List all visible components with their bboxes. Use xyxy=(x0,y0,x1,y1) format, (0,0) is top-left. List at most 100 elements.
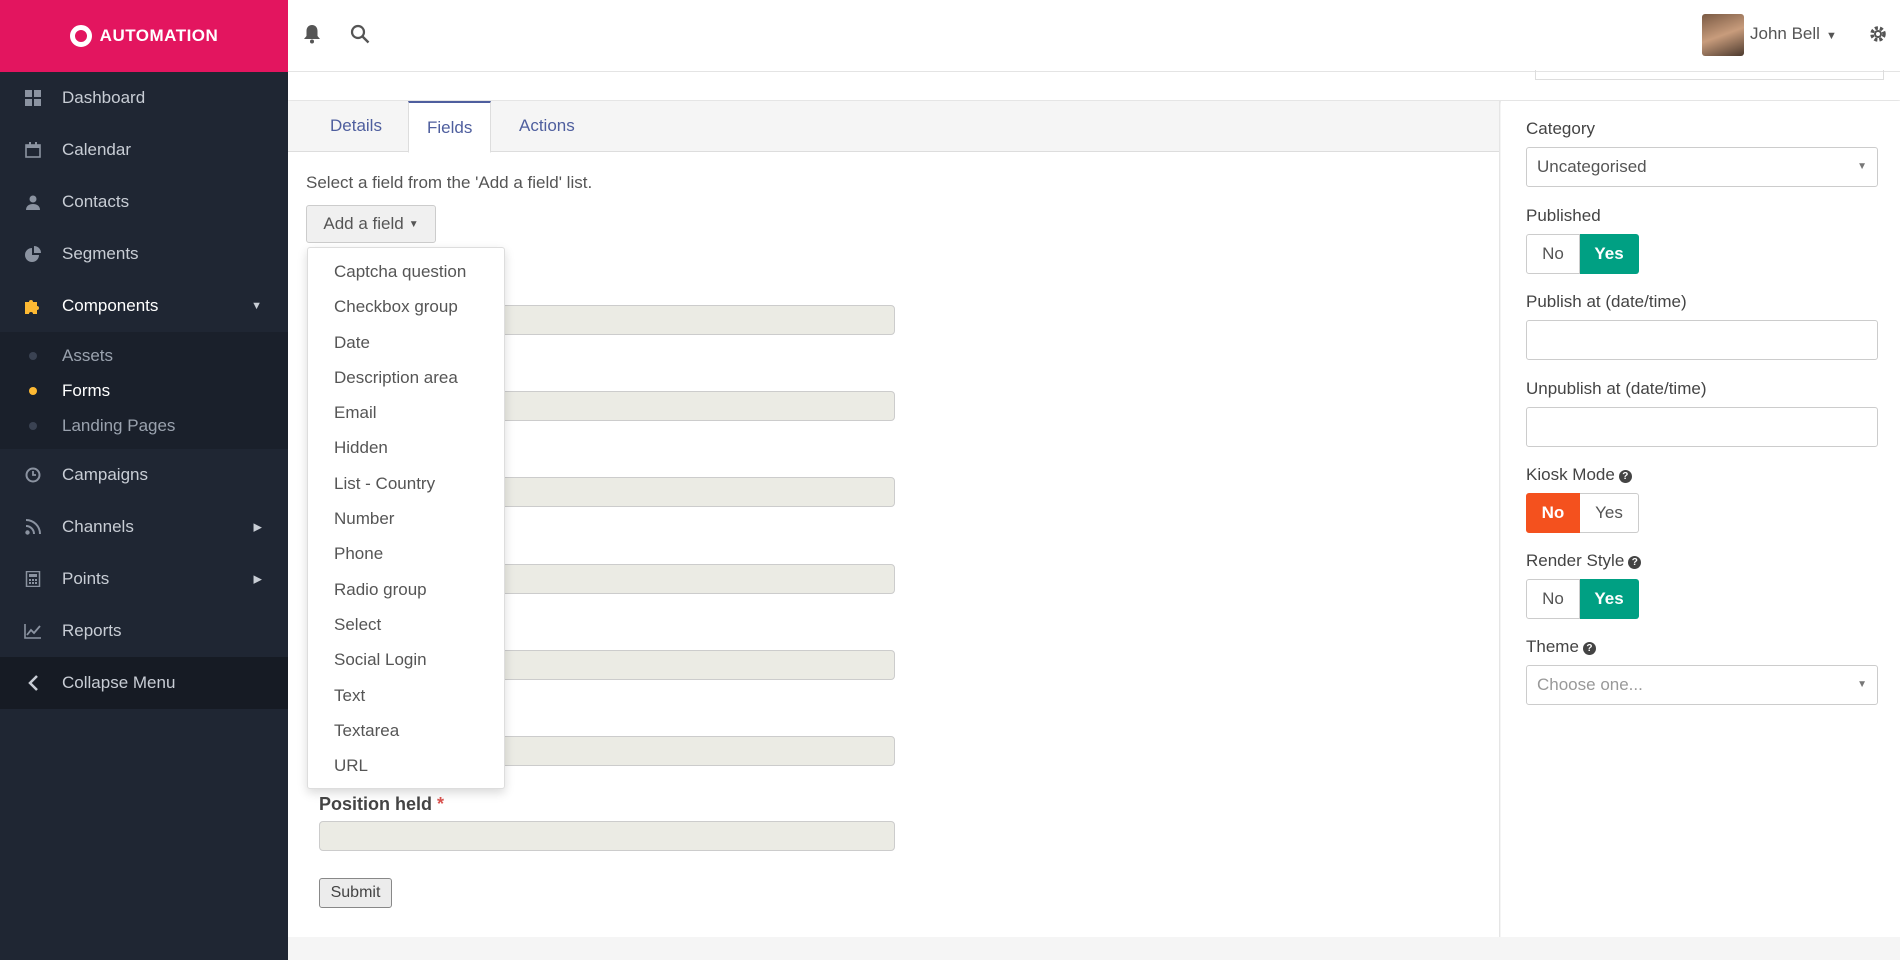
sidebar-subitem-assets[interactable]: Assets xyxy=(0,338,288,373)
published-label: Published xyxy=(1526,206,1601,225)
calculator-icon xyxy=(24,570,42,588)
form-builder-main: Details Fields Actions Select a field fr… xyxy=(288,101,1500,937)
avatar[interactable] xyxy=(1702,14,1744,56)
sidebar-item-label: Campaigns xyxy=(62,465,148,484)
add-field-dropdown: Captcha question Checkbox group Date Des… xyxy=(307,247,505,789)
search-icon[interactable] xyxy=(348,22,372,46)
dropdown-item-email[interactable]: Email xyxy=(308,395,504,430)
dropdown-item-checkbox-group[interactable]: Checkbox group xyxy=(308,289,504,324)
sidebar-item-label: Channels xyxy=(62,517,134,536)
category-select[interactable]: Uncategorised ▼ xyxy=(1526,147,1878,187)
position-held-input[interactable] xyxy=(319,821,895,851)
user-menu[interactable]: John Bell ▼ xyxy=(1750,24,1837,44)
dropdown-item-captcha[interactable]: Captcha question xyxy=(308,254,504,289)
sidebar-item-label: Contacts xyxy=(62,192,130,211)
required-mark: * xyxy=(437,794,445,814)
dropdown-item-description-area[interactable]: Description area xyxy=(308,360,504,395)
calendar-icon xyxy=(24,141,42,159)
help-icon[interactable]: ? xyxy=(1582,642,1596,655)
position-held-label: Position held * xyxy=(319,794,444,815)
tab-bar: Details Fields Actions xyxy=(288,101,1499,153)
render-yes-button[interactable]: Yes xyxy=(1580,579,1639,619)
dropdown-item-number[interactable]: Number xyxy=(308,501,504,536)
dropdown-item-list-country[interactable]: List - Country xyxy=(308,466,504,501)
caret-right-icon: ▶ xyxy=(253,573,262,586)
bullet-dot-icon xyxy=(29,351,37,360)
dropdown-item-phone[interactable]: Phone xyxy=(308,536,504,571)
sidebar-item-segments[interactable]: Segments xyxy=(0,228,288,280)
dropdown-item-textarea[interactable]: Textarea xyxy=(308,713,504,748)
unpublish-at-input[interactable] xyxy=(1526,407,1878,447)
dropdown-item-select[interactable]: Select xyxy=(308,607,504,642)
kiosk-no-button[interactable]: No xyxy=(1526,493,1580,533)
bell-icon[interactable] xyxy=(300,22,324,46)
select-arrow-icon: ▼ xyxy=(1857,161,1867,172)
main-menu: Dashboard Calendar Contacts Segments Com… xyxy=(0,72,288,332)
gear-logo-icon xyxy=(69,25,92,47)
submit-button[interactable]: Submit xyxy=(319,878,392,908)
kiosk-yes-button[interactable]: Yes xyxy=(1580,493,1639,533)
sidebar-item-campaigns[interactable]: Campaigns xyxy=(0,449,288,501)
clock-icon xyxy=(24,466,42,484)
dropdown-item-hidden[interactable]: Hidden xyxy=(308,430,504,465)
sidebar-item-channels[interactable]: Channels ▶ xyxy=(0,501,288,553)
sidebar-subitem-landing-pages[interactable]: Landing Pages xyxy=(0,408,288,443)
add-field-button[interactable]: Add a field ▼ xyxy=(306,205,436,243)
unpublish-at-label: Unpublish at (date/time) xyxy=(1526,379,1707,398)
help-icon[interactable]: ? xyxy=(1618,470,1632,483)
page-action-buttons[interactable] xyxy=(1535,70,1884,80)
render-style-toggle: No Yes xyxy=(1526,579,1639,619)
kiosk-mode-text: Kiosk Mode xyxy=(1526,465,1615,484)
collapse-menu-button[interactable]: Collapse Menu xyxy=(0,657,288,709)
rss-icon xyxy=(24,518,42,536)
published-toggle: No Yes xyxy=(1526,234,1639,274)
select-arrow-icon: ▼ xyxy=(1857,679,1867,690)
sidebar: AUTOMATION Dashboard Calendar Contacts S… xyxy=(0,0,288,960)
brand-name: AUTOMATION xyxy=(99,26,219,45)
dropdown-item-date[interactable]: Date xyxy=(308,325,504,360)
line-chart-icon xyxy=(24,622,42,640)
sidebar-item-reports[interactable]: Reports xyxy=(0,605,288,657)
sidebar-item-points[interactable]: Points ▶ xyxy=(0,553,288,605)
user-icon xyxy=(24,193,42,211)
category-label: Category xyxy=(1526,119,1595,138)
published-yes-button[interactable]: Yes xyxy=(1580,234,1639,274)
caret-right-icon: ▶ xyxy=(253,521,262,534)
theme-select[interactable]: Choose one... ▼ xyxy=(1526,665,1878,705)
sidebar-item-label: Points xyxy=(62,569,110,588)
sidebar-item-label: Collapse Menu xyxy=(62,673,176,692)
page-title-strip xyxy=(288,70,1900,100)
category-value: Uncategorised xyxy=(1537,157,1647,176)
tab-details[interactable]: Details xyxy=(312,101,400,152)
brand-logo[interactable]: AUTOMATION xyxy=(0,0,288,72)
publish-at-label: Publish at (date/time) xyxy=(1526,292,1687,311)
render-no-button[interactable]: No xyxy=(1526,579,1580,619)
dropdown-item-url[interactable]: URL xyxy=(308,748,504,783)
tab-actions[interactable]: Actions xyxy=(501,101,593,152)
sidebar-subitem-label: Assets xyxy=(62,345,114,365)
render-style-label: Render Style? xyxy=(1526,551,1642,571)
sidebar-item-calendar[interactable]: Calendar xyxy=(0,124,288,176)
sidebar-item-label: Dashboard xyxy=(62,88,146,107)
caret-down-icon: ▼ xyxy=(1825,30,1837,42)
pie-chart-icon xyxy=(24,245,42,263)
settings-gear-icon[interactable] xyxy=(1866,22,1890,46)
caret-down-icon: ▼ xyxy=(251,300,262,312)
render-style-text: Render Style xyxy=(1526,551,1625,570)
sidebar-item-dashboard[interactable]: Dashboard xyxy=(0,72,288,124)
published-no-button[interactable]: No xyxy=(1526,234,1580,274)
dropdown-item-social-login[interactable]: Social Login xyxy=(308,642,504,677)
bullet-dot-icon xyxy=(29,386,37,395)
theme-text: Theme xyxy=(1526,637,1579,656)
dropdown-item-radio-group[interactable]: Radio group xyxy=(308,572,504,607)
sidebar-item-contacts[interactable]: Contacts xyxy=(0,176,288,228)
sidebar-item-label: Components xyxy=(62,296,159,315)
sidebar-subitem-forms[interactable]: Forms xyxy=(0,373,288,408)
help-icon[interactable]: ? xyxy=(1628,556,1642,569)
sidebar-subitem-label: Landing Pages xyxy=(62,415,176,435)
position-held-text: Position held xyxy=(319,794,433,814)
sidebar-item-components[interactable]: Components ▼ xyxy=(0,280,288,332)
publish-at-input[interactable] xyxy=(1526,320,1878,360)
tab-fields[interactable]: Fields xyxy=(408,101,492,153)
dropdown-item-text[interactable]: Text xyxy=(308,678,504,713)
